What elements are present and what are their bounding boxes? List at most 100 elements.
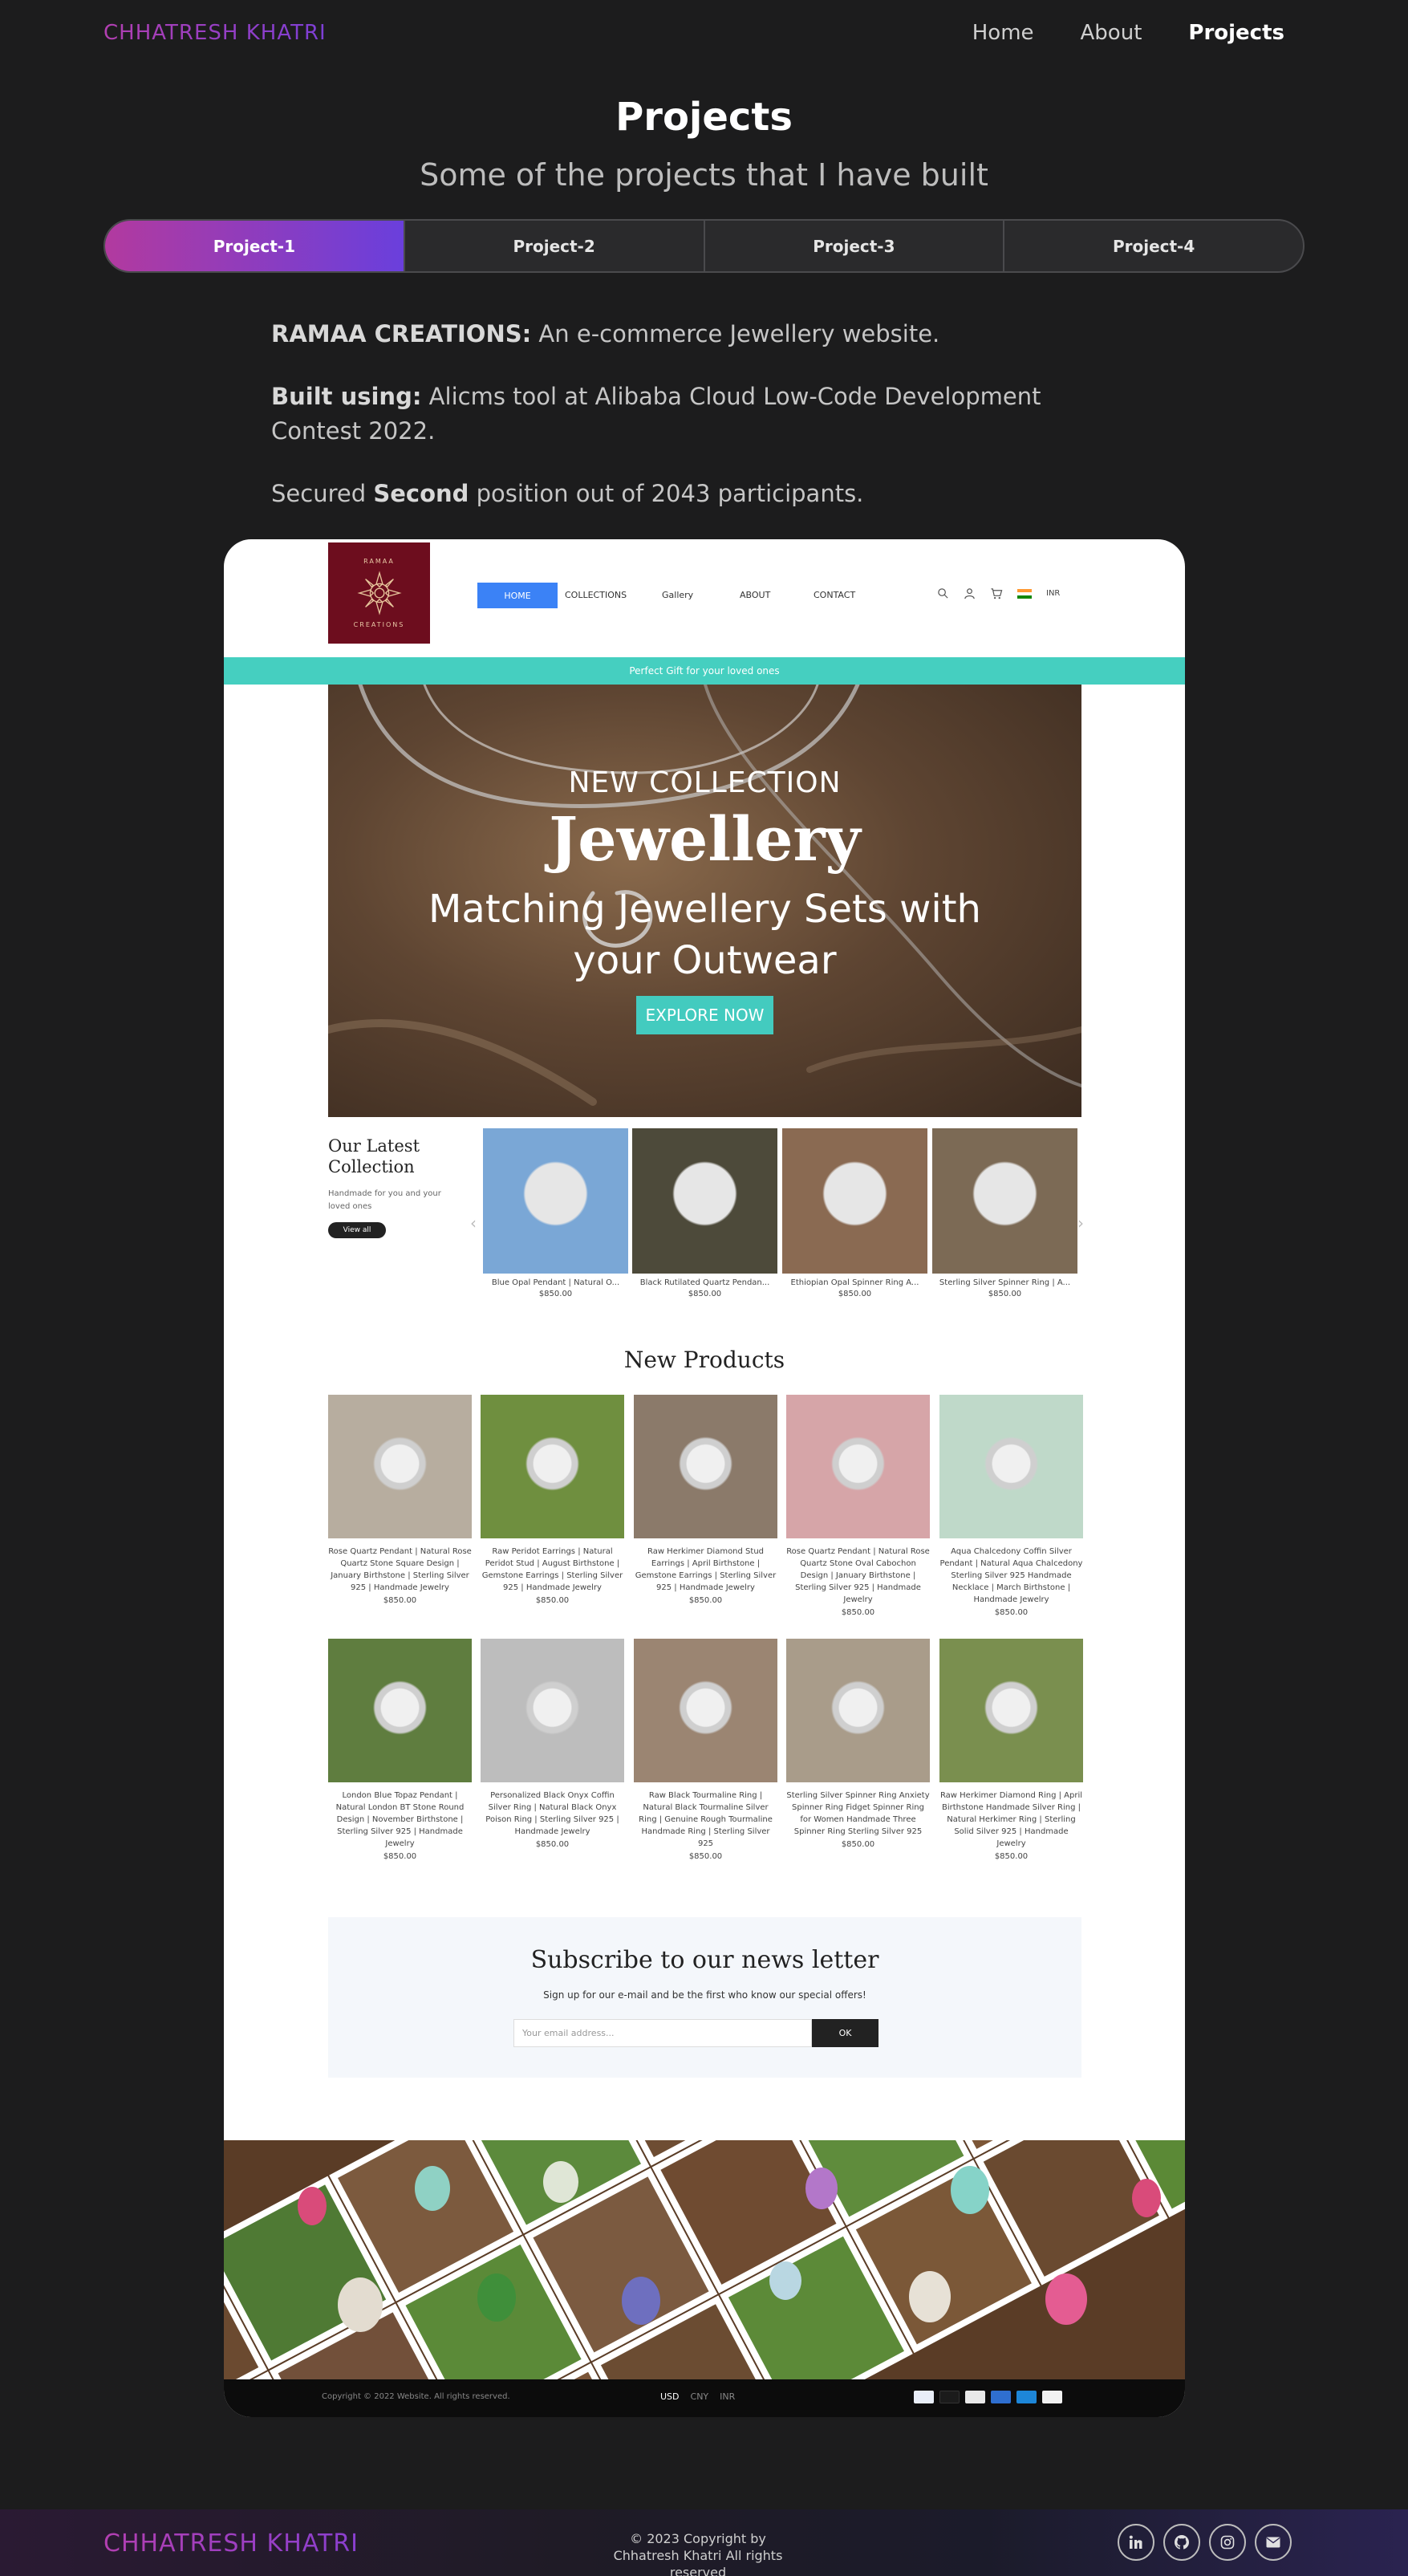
hero-eyebrow: NEW COLLECTION	[568, 766, 842, 799]
shop-menu-contact[interactable]: CONTACT	[814, 590, 855, 600]
nav-home[interactable]: Home	[972, 21, 1034, 45]
collage-image	[224, 2140, 1185, 2379]
user-icon[interactable]	[964, 587, 976, 599]
explore-now-button[interactable]: EXPLORE NOW	[636, 996, 773, 1034]
product-card[interactable]: Personalized Black Onyx Coffin Silver Ri…	[481, 1639, 624, 1849]
collection-card[interactable]: Sterling Silver Spinner Ring | A... $850.…	[932, 1128, 1077, 1298]
product-name[interactable]: Sterling Silver Spinner Ring | A...	[932, 1278, 1077, 1287]
product-name[interactable]: Sterling Silver Spinner Ring Anxiety Spi…	[786, 1790, 930, 1838]
currency-selector[interactable]: INR	[1046, 589, 1060, 598]
product-name[interactable]: Raw Herkimer Diamond Ring | April Births…	[939, 1790, 1083, 1850]
product-name[interactable]: Raw Peridot Earrings | Natural Peridot S…	[481, 1546, 624, 1594]
shop-footer: Copyright © 2022 Website. All rights res…	[224, 2379, 1185, 2417]
collection-card[interactable]: Ethiopian Opal Spinner Ring A... $850.00	[782, 1128, 927, 1298]
shop-logo-bottom: CREATIONS	[353, 621, 405, 628]
product-price: $850.00	[535, 1596, 570, 1605]
product-image[interactable]	[786, 1395, 930, 1538]
hero-title: Jewellery	[549, 803, 861, 875]
social-links	[1118, 2524, 1292, 2561]
product-card[interactable]: Raw Peridot Earrings | Natural Peridot S…	[481, 1395, 624, 1605]
project-built-using: Built using: Alicms tool at Alibaba Clou…	[271, 380, 1138, 449]
tab-project-4[interactable]: Project-4	[1003, 221, 1303, 271]
shop-logo-top: RAMAA	[363, 558, 395, 565]
collection-card[interactable]: Blue Opal Pendant | Natural O... $850.00	[483, 1128, 628, 1298]
product-name[interactable]: Rose Quartz Pendant | Natural Rose Quart…	[786, 1546, 930, 1606]
product-price: $850.00	[535, 1840, 570, 1849]
product-name[interactable]: Black Rutilated Quartz Pendan...	[632, 1278, 777, 1287]
applepay-icon	[1042, 2391, 1062, 2403]
product-card[interactable]: London Blue Topaz Pendant | Natural Lond…	[328, 1639, 472, 1861]
shop-menu-gallery[interactable]: Gallery	[662, 590, 693, 600]
project-screenshot: RAMAA CREATIONS HOME COLLECTIONS Gallery…	[224, 539, 1185, 2417]
product-price: $850.00	[688, 1290, 722, 1298]
product-image[interactable]	[939, 1395, 1083, 1538]
product-image[interactable]	[483, 1128, 628, 1274]
carousel-next-icon[interactable]: ›	[1077, 1213, 1084, 1233]
product-price: $850.00	[383, 1852, 417, 1861]
product-image[interactable]	[481, 1639, 624, 1782]
product-name[interactable]: Ethiopian Opal Spinner Ring A...	[782, 1278, 927, 1287]
paypal-icon	[965, 2391, 985, 2403]
payment-methods	[914, 2391, 1062, 2403]
product-image[interactable]	[481, 1395, 624, 1538]
currency-cny[interactable]: CNY	[691, 2391, 709, 2402]
footer-copyright: © 2023 Copyright by Chhatresh Khatri All…	[613, 2531, 783, 2576]
instagram-icon[interactable]	[1209, 2524, 1246, 2561]
product-image[interactable]	[328, 1395, 472, 1538]
product-image[interactable]	[328, 1639, 472, 1782]
newsletter-ok-button[interactable]: OK	[812, 2019, 878, 2047]
product-name[interactable]: Aqua Chalcedony Coffin Silver Pendant | …	[939, 1546, 1083, 1606]
product-name[interactable]: Personalized Black Onyx Coffin Silver Ri…	[481, 1790, 624, 1838]
product-image[interactable]	[786, 1639, 930, 1782]
product-card[interactable]: Rose Quartz Pendant | Natural Rose Quart…	[786, 1395, 930, 1617]
carousel-prev-icon[interactable]: ‹	[470, 1213, 477, 1233]
nav-projects[interactable]: Projects	[1188, 21, 1284, 45]
secured-pre: Secured	[271, 480, 374, 507]
product-image[interactable]	[939, 1639, 1083, 1782]
product-price: $850.00	[841, 1608, 875, 1617]
shop-menu-collections[interactable]: COLLECTIONS	[565, 590, 627, 600]
mail-icon[interactable]	[1255, 2524, 1292, 2561]
project-achievement: Secured Second position out of 2043 part…	[271, 477, 1138, 511]
view-all-button[interactable]: View all	[328, 1222, 386, 1238]
product-card[interactable]: Sterling Silver Spinner Ring Anxiety Spi…	[786, 1639, 930, 1849]
product-price: $850.00	[688, 1596, 723, 1605]
shop-menu-about[interactable]: ABOUT	[740, 590, 770, 600]
shop-currency-list: USD CNY INR	[660, 2391, 735, 2402]
tab-project-1[interactable]: Project-1	[105, 221, 404, 271]
product-name[interactable]: London Blue Topaz Pendant | Natural Lond…	[328, 1790, 472, 1850]
product-image[interactable]	[634, 1639, 777, 1782]
tab-project-3[interactable]: Project-3	[703, 221, 1004, 271]
product-image[interactable]	[632, 1128, 777, 1274]
product-image[interactable]	[932, 1128, 1077, 1274]
footer-brand[interactable]: CHHATRESH KHATRI	[103, 2529, 359, 2558]
product-image[interactable]	[634, 1395, 777, 1538]
linkedin-icon[interactable]	[1118, 2524, 1154, 2561]
search-icon[interactable]	[937, 587, 949, 599]
product-card[interactable]: Raw Black Tourmaline Ring | Natural Blac…	[634, 1639, 777, 1861]
nav-about[interactable]: About	[1081, 21, 1142, 45]
currency-inr[interactable]: INR	[720, 2391, 735, 2402]
product-card[interactable]: Raw Herkimer Diamond Stud Earrings | Apr…	[634, 1395, 777, 1605]
collection-card[interactable]: Black Rutilated Quartz Pendan... $850.00	[632, 1128, 777, 1298]
product-card[interactable]: Raw Herkimer Diamond Ring | April Births…	[939, 1639, 1083, 1861]
cart-icon[interactable]	[990, 587, 1003, 599]
product-name[interactable]: Rose Quartz Pendant | Natural Rose Quart…	[328, 1546, 472, 1594]
brand-logo[interactable]: CHHATRESH KHATRI	[103, 21, 327, 45]
product-card[interactable]: Rose Quartz Pendant | Natural Rose Quart…	[328, 1395, 472, 1605]
product-image[interactable]	[782, 1128, 927, 1274]
mandala-icon	[356, 571, 402, 616]
product-price: $850.00	[994, 1608, 1029, 1617]
jewellery-collage	[224, 2140, 1185, 2379]
newsletter-email-input[interactable]: Your email address...	[513, 2019, 812, 2047]
product-name[interactable]: Blue Opal Pendant | Natural O...	[483, 1278, 628, 1287]
product-name[interactable]: Raw Black Tourmaline Ring | Natural Blac…	[634, 1790, 777, 1850]
currency-usd[interactable]: USD	[660, 2391, 680, 2402]
shop-menu-home[interactable]: HOME	[477, 583, 558, 608]
product-name[interactable]: Raw Herkimer Diamond Stud Earrings | Apr…	[634, 1546, 777, 1594]
github-icon[interactable]	[1163, 2524, 1200, 2561]
product-price: $850.00	[538, 1290, 573, 1298]
project-name-label: RAMAA CREATIONS:	[271, 320, 532, 347]
product-card[interactable]: Aqua Chalcedony Coffin Silver Pendant | …	[939, 1395, 1083, 1617]
tab-project-2[interactable]: Project-2	[403, 221, 704, 271]
